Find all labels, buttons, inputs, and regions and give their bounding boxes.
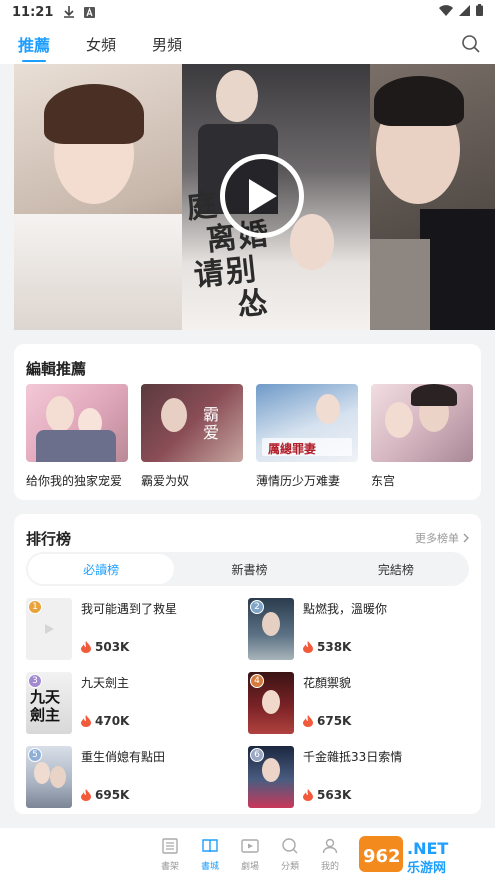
book-open-icon [202, 839, 218, 853]
rank-badge: 6 [250, 748, 264, 762]
book-title: 重生俏媳有點田 [81, 750, 166, 764]
book-title: 给你我的独家宠爱 [26, 474, 123, 488]
ranking-item[interactable]: 2 點燃我，溫暖你 538K [248, 598, 458, 660]
book-cover: 九天 劍主 3 [26, 672, 72, 734]
book-cover: 6 [248, 746, 294, 808]
banner-carousel[interactable]: 庭 离婚 请别 怂 [14, 64, 495, 330]
book-title: 薄情历少万难妻 [256, 474, 341, 488]
signal-icon [459, 4, 470, 20]
fire-icon [303, 641, 313, 653]
book-title: 东宫 [371, 474, 396, 488]
tab-recommend[interactable]: 推薦 [18, 32, 50, 62]
tab-male[interactable]: 男頻 [152, 34, 182, 55]
rank-badge: 4 [250, 674, 264, 688]
heat-count: 563K [303, 788, 351, 802]
ranking-item[interactable]: 九天 劍主 3 九天劍主 470K [26, 672, 236, 734]
book-cover: 4 [248, 672, 294, 734]
book-title: 霸爱为奴 [141, 474, 190, 488]
tab-female[interactable]: 女頻 [86, 34, 116, 55]
watermark-logo: 962 .NET 乐游网 [359, 832, 489, 878]
heat-count: 675K [303, 714, 351, 728]
book-card[interactable]: 厲總罪妻 薄情历少万难妻 [256, 384, 358, 489]
book-cover: 5 [26, 746, 72, 808]
book-cover [26, 384, 128, 462]
rank-badge: 1 [28, 600, 42, 614]
user-icon [322, 838, 338, 854]
fire-icon [303, 789, 313, 801]
heat-count: 695K [81, 788, 129, 802]
heat-count: 538K [303, 640, 351, 654]
tab-new-books[interactable]: 新書榜 [176, 552, 322, 586]
rank-badge: 2 [250, 600, 264, 614]
book-card[interactable]: 给你我的独家宠爱 [26, 384, 128, 489]
banner-still-right [370, 64, 495, 330]
download-icon [63, 6, 75, 18]
svg-text:.NET: .NET [407, 839, 448, 858]
heat-count: 470K [81, 714, 129, 728]
tab-completed[interactable]: 完結榜 [323, 552, 469, 586]
book-cover: 霸爱 [141, 384, 243, 462]
more-rankings-link[interactable]: 更多榜单 [415, 530, 469, 546]
fire-icon [81, 715, 91, 727]
book-card[interactable]: 霸爱 霸爱为奴 [141, 384, 243, 489]
ranking-item[interactable]: 6 千金雜抵33日索情 563K [248, 746, 458, 808]
status-bar: 11:21 [0, 0, 495, 24]
nav-theater[interactable]: 劇場 [230, 828, 270, 880]
rank-badge: 5 [28, 748, 42, 762]
status-time: 11:21 [12, 4, 54, 20]
ranking-item[interactable]: 4 花顏禦貌 675K [248, 672, 458, 734]
book-cover: 1 [26, 598, 72, 660]
book-title: 點燃我，溫暖你 [303, 602, 388, 616]
book-cover: 厲總罪妻 [256, 384, 358, 462]
book-cover [371, 384, 473, 462]
search-icon[interactable] [461, 34, 481, 54]
nav-profile[interactable]: 我的 [310, 828, 350, 880]
ranking-item[interactable]: 5 重生俏媳有點田 695K [26, 746, 236, 808]
nav-bookshelf[interactable]: 書架 [150, 828, 190, 880]
search-category-icon [282, 838, 298, 854]
chevron-right-icon [463, 533, 469, 543]
book-title: 千金雜抵33日索情 [303, 750, 403, 764]
book-cover: 2 [248, 598, 294, 660]
editor-picks-section: 編輯推薦 给你我的独家宠爱 霸爱 霸爱为奴 厲總罪妻 薄情历少万难妻 东宫 [14, 344, 481, 500]
notification-a-icon [83, 6, 95, 18]
rank-badge: 3 [28, 674, 42, 688]
book-title: 我可能遇到了救星 [81, 602, 178, 616]
tab-must-read[interactable]: 必讀榜 [28, 554, 175, 584]
fire-icon [81, 789, 91, 801]
book-card[interactable]: 东宫 [371, 384, 473, 489]
wifi-icon [439, 4, 453, 20]
heat-count: 503K [81, 640, 129, 654]
video-placeholder-icon [45, 624, 54, 634]
bookshelf-icon [162, 838, 178, 854]
play-button[interactable] [220, 154, 304, 238]
play-icon [249, 179, 277, 213]
top-tab-bar: 推薦 女頻 男頻 [0, 24, 495, 64]
section-title: 排行榜 [26, 530, 72, 548]
ranking-section: 排行榜 更多榜单 必讀榜 新書榜 完結榜 1 我可能遇到了救星 503K 2 點… [14, 514, 481, 814]
book-title: 九天劍主 [81, 676, 130, 690]
book-title: 花顏禦貌 [303, 676, 352, 690]
banner-still-left [14, 64, 182, 330]
nav-category[interactable]: 分類 [270, 828, 310, 880]
svg-text:乐游网: 乐游网 [407, 860, 446, 876]
battery-icon [476, 4, 483, 20]
ranking-item[interactable]: 1 我可能遇到了救星 503K [26, 598, 236, 660]
svg-text:962: 962 [363, 846, 401, 867]
video-icon [241, 839, 259, 853]
section-title: 編輯推薦 [26, 360, 87, 378]
ranking-tabs: 必讀榜 新書榜 完結榜 [26, 552, 469, 586]
fire-icon [303, 715, 313, 727]
fire-icon [81, 641, 91, 653]
nav-bookstore[interactable]: 書城 [190, 828, 230, 880]
